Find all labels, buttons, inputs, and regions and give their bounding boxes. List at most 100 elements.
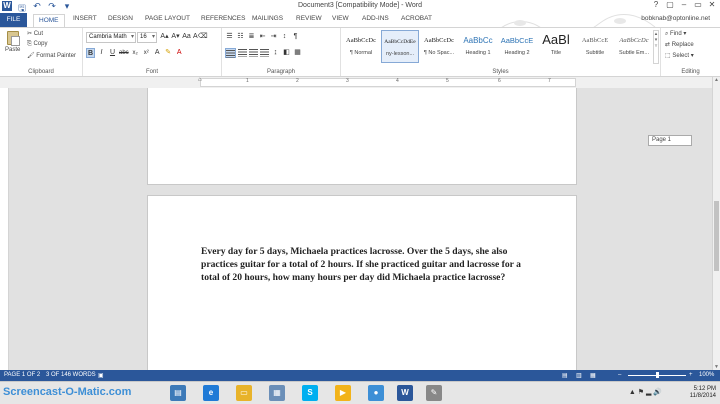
show-marks-icon[interactable]: ¶ [291, 32, 300, 42]
tab-design[interactable]: DESIGN [108, 15, 133, 22]
media-player-icon[interactable]: ▶ [335, 385, 351, 401]
highlight-icon[interactable]: ✎ [164, 48, 173, 58]
document-area[interactable]: Every day for 5 days, Michaela practices… [0, 88, 712, 375]
replace-label: Replace [671, 42, 694, 48]
tab-review[interactable]: REVIEW [296, 15, 322, 22]
indent-marker-icon[interactable]: ⌂ [198, 77, 202, 83]
zoom-slider-thumb[interactable] [656, 372, 659, 378]
zoom-level[interactable]: 100% [699, 372, 714, 378]
copy-button[interactable]: ⎘ Copy [27, 41, 47, 48]
proofing-icon[interactable]: ▣ [98, 372, 104, 379]
italic-icon[interactable]: I [97, 48, 106, 58]
page-1[interactable] [147, 88, 577, 185]
format-painter-label: Format Painter [36, 53, 76, 59]
tab-page-layout[interactable]: PAGE LAYOUT [145, 15, 190, 22]
internet-explorer-icon[interactable]: e [203, 385, 219, 401]
decrease-indent-icon[interactable]: ⇤ [258, 32, 267, 42]
align-right-icon[interactable] [249, 48, 258, 58]
grow-font-icon[interactable]: A▴ [160, 32, 169, 42]
screencast-icon[interactable]: ● [368, 385, 384, 401]
zoom-out-icon[interactable]: – [618, 372, 621, 378]
style-normal[interactable]: AaBbCcDc ¶ Normal [342, 30, 380, 63]
numbering-icon[interactable]: ☷ [236, 32, 245, 42]
clear-formatting-icon[interactable]: A⌫ [193, 32, 208, 42]
word-taskbar-icon[interactable]: W [397, 385, 413, 401]
print-layout-icon[interactable]: ▥ [576, 372, 582, 379]
tab-add-ins[interactable]: ADD-INS [362, 15, 389, 22]
bold-icon[interactable]: B [86, 48, 95, 58]
text-effects-icon[interactable]: A [153, 48, 162, 58]
web-layout-icon[interactable]: ▦ [590, 372, 596, 379]
tab-view[interactable]: VIEW [332, 15, 349, 22]
select-button[interactable]: ⬚ Select ▾ [665, 52, 694, 59]
paint-icon[interactable]: ✎ [426, 385, 442, 401]
editing-group-label: Editing [681, 69, 700, 75]
font-size-select[interactable]: 16 [137, 32, 157, 43]
folder-icon[interactable]: ▭ [236, 385, 252, 401]
scroll-up-icon[interactable]: ▲ [713, 77, 720, 83]
line-spacing-icon[interactable]: ↨ [271, 48, 280, 58]
increase-indent-icon[interactable]: ⇥ [269, 32, 278, 42]
style-no-spacing[interactable]: AaBbCcDc ¶ No Spac... [420, 30, 458, 63]
multilevel-list-icon[interactable]: ≣ [247, 32, 256, 42]
style-title[interactable]: AaBl Title [537, 30, 575, 63]
word-count-status[interactable]: 3 OF 146 WORDS [46, 372, 96, 378]
scrollbar-thumb[interactable] [714, 201, 719, 271]
tab-insert[interactable]: INSERT [73, 15, 97, 22]
paste-button[interactable]: Paste [5, 47, 20, 53]
tab-mailings[interactable]: MAILINGS [252, 15, 283, 22]
style-heading-2[interactable]: AaBbCcE Heading 2 [498, 30, 536, 63]
bullets-icon[interactable]: ☰ [225, 32, 234, 42]
styles-gallery-scroll[interactable]: ▴ ▾ ▿ [653, 30, 659, 64]
style-subtitle[interactable]: AaBbCcE Subtitle [576, 30, 614, 63]
page-count-status[interactable]: PAGE 1 OF 2 [4, 372, 40, 378]
subscript-icon[interactable]: x₂ [131, 48, 140, 58]
close-button[interactable]: ✕ [706, 0, 718, 9]
system-tray-icons[interactable]: ▲ ⚑ ▂ 🔊 [629, 388, 662, 396]
find-button[interactable]: ⌕ Find ▾ [665, 30, 686, 38]
align-left-icon[interactable] [225, 48, 236, 58]
tab-acrobat[interactable]: ACROBAT [401, 15, 432, 22]
restore-button[interactable]: ▭ [692, 0, 704, 9]
ribbon-display-button[interactable]: ▢ [664, 0, 676, 9]
superscript-icon[interactable]: x² [142, 48, 151, 58]
app-icon[interactable]: ▦ [269, 385, 285, 401]
underline-icon[interactable]: U [108, 48, 117, 58]
style-name: Subtitle [585, 50, 605, 56]
align-center-icon[interactable] [238, 48, 247, 58]
replace-button[interactable]: ⇄ Replace [665, 41, 694, 48]
strikethrough-icon[interactable]: abc [119, 48, 129, 58]
read-mode-icon[interactable]: ▤ [562, 372, 568, 379]
sort-icon[interactable]: ↕ [280, 32, 289, 42]
shading-icon[interactable]: ◧ [282, 48, 291, 58]
window-controls: ? ▢ – ▭ ✕ [650, 0, 718, 9]
horizontal-ruler[interactable]: 1 2 3 4 5 6 7 ⌂ [0, 77, 712, 88]
replace-icon: ⇄ [665, 42, 672, 48]
cut-button[interactable]: ✂ Cut [27, 30, 43, 37]
minimize-button[interactable]: – [678, 0, 690, 9]
font-color-icon[interactable]: A [175, 48, 184, 58]
styles-group-label: Styles [492, 69, 509, 75]
help-button[interactable]: ? [650, 0, 662, 9]
zoom-in-icon[interactable]: + [689, 372, 693, 378]
borders-icon[interactable]: ▦ [293, 48, 302, 58]
style-ny-lesson[interactable]: AaBbCcDdEe ny-lesson... [381, 30, 419, 63]
account-name[interactable]: bobknab@optonline.net [641, 15, 710, 22]
page-2[interactable]: Every day for 5 days, Michaela practices… [147, 195, 577, 375]
shrink-font-icon[interactable]: A▾ [171, 32, 180, 42]
style-subtle-emphasis[interactable]: AaBbCcDc Subtle Em... [615, 30, 653, 63]
change-case-icon[interactable]: Aa [182, 32, 191, 42]
tab-references[interactable]: REFERENCES [201, 15, 245, 22]
tab-home[interactable]: HOME [33, 14, 65, 27]
style-heading-1[interactable]: AaBbCc Heading 1 [459, 30, 497, 63]
font-name-select[interactable]: Cambria Math [86, 32, 136, 43]
justify-icon[interactable] [260, 48, 269, 58]
paste-icon[interactable] [7, 31, 20, 46]
system-clock[interactable]: 5:12 PM 11/8/2014 [690, 386, 716, 400]
format-painter-button[interactable]: 🖌 Format Painter [27, 52, 76, 59]
file-explorer-icon[interactable]: ▤ [170, 385, 186, 401]
vertical-scrollbar[interactable]: ▲ ▼ [712, 77, 720, 370]
skype-icon[interactable]: S [302, 385, 318, 401]
tab-file[interactable]: FILE [0, 13, 27, 27]
document-paragraph[interactable]: Every day for 5 days, Michaela practices… [201, 245, 531, 284]
